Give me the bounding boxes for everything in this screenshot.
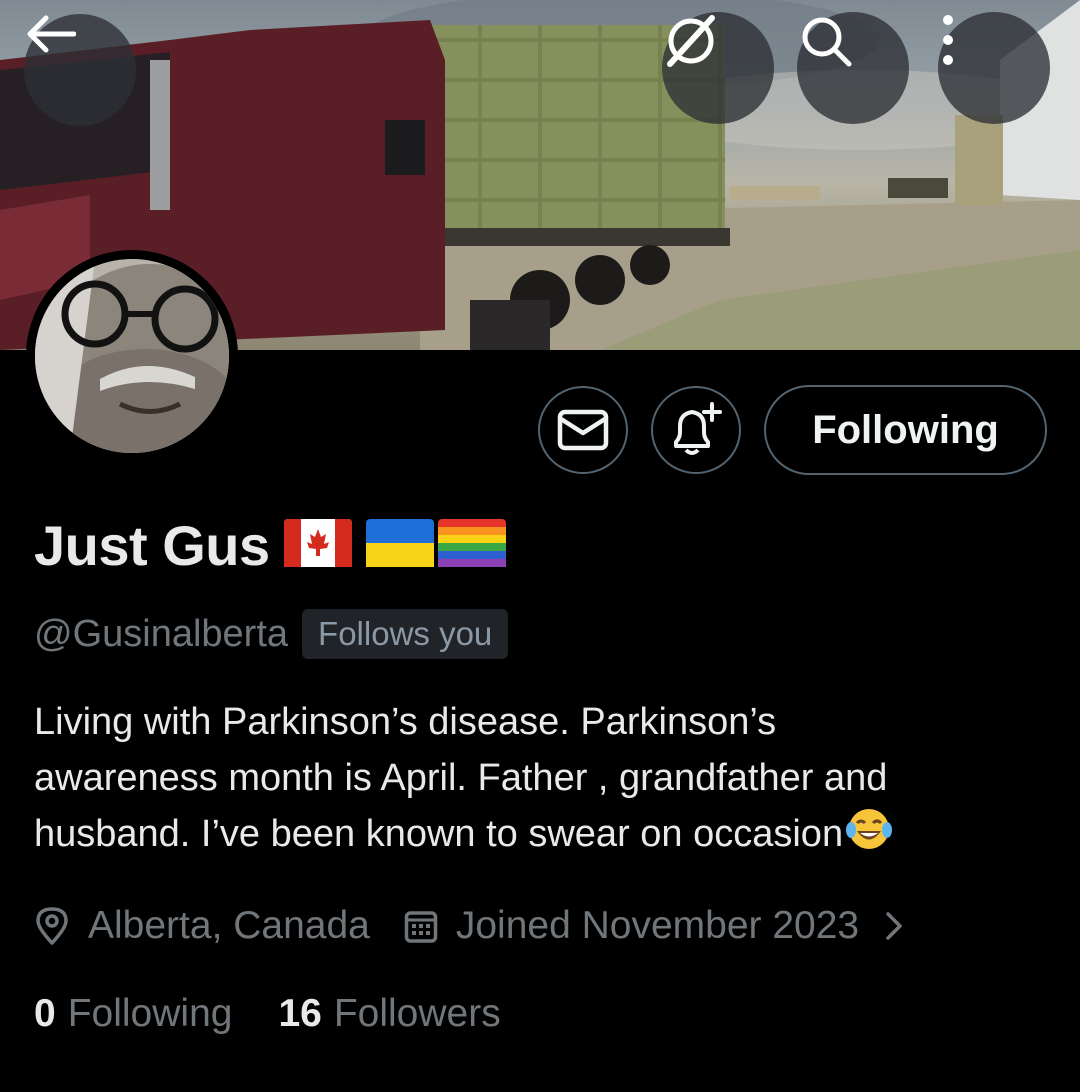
flag-ukraine-emoji [365, 518, 434, 572]
search-icon [802, 17, 852, 67]
more-button[interactable] [938, 12, 1050, 124]
avatar-image [35, 259, 229, 453]
bell-plus-icon [674, 402, 722, 455]
user-handle: @Gusinalberta [34, 612, 289, 655]
joined-item[interactable]: Joined November 2023 [404, 904, 921, 948]
bio-line-text: husband. I’ve been known to swear on occ… [34, 813, 844, 855]
profile-meta: Alberta, Canada Joined November 2023 [34, 896, 921, 956]
follows-you-badge: Follows you [302, 609, 509, 659]
followers-count: 16 [278, 992, 322, 1035]
following-button[interactable]: Following [764, 385, 1047, 475]
flag-canada-emoji [283, 518, 352, 572]
search-button[interactable] [797, 12, 909, 124]
location-item: Alberta, Canada [34, 904, 370, 948]
envelope-icon [557, 409, 609, 451]
bio-line-last: husband. I’ve been known to swear on occ… [34, 806, 1044, 868]
arrow-left-icon [27, 15, 76, 53]
avatar[interactable] [26, 250, 238, 462]
back-button[interactable] [24, 14, 136, 126]
joined-text: Joined November 2023 [455, 904, 860, 947]
handle-row: @Gusinalberta Follows you [34, 608, 509, 660]
follow-stats: 0 Following 16 Followers [34, 986, 501, 1042]
location-pin-icon [36, 907, 68, 945]
profile-screen: Following Just Gus @Gusinalberta Follows… [0, 0, 1080, 1092]
location-text: Alberta, Canada [88, 904, 370, 947]
bio-line: Living with Parkinson’s disease. Parkins… [34, 701, 777, 743]
message-button[interactable] [538, 386, 628, 474]
notifications-button[interactable] [651, 386, 741, 474]
flag-rainbow-emoji [437, 518, 506, 572]
followers-label: Followers [333, 992, 501, 1035]
calendar-icon [404, 911, 438, 943]
followers-stat[interactable]: 16 Followers [278, 992, 500, 1036]
display-name: Just Gus [34, 513, 270, 577]
name-row: Just Gus [34, 510, 506, 580]
tears-of-joy-emoji [845, 806, 893, 868]
more-vertical-icon [943, 15, 953, 65]
bio: Living with Parkinson’s disease. Parkins… [34, 694, 1044, 868]
grok-icon [667, 15, 715, 67]
following-stat[interactable]: 0 Following [34, 992, 232, 1036]
following-count: 0 [34, 992, 56, 1035]
bio-line: awareness month is April. Father , grand… [34, 757, 888, 799]
grok-button[interactable] [662, 12, 774, 124]
chevron-right-icon [886, 912, 902, 940]
following-label: Following [67, 992, 233, 1035]
